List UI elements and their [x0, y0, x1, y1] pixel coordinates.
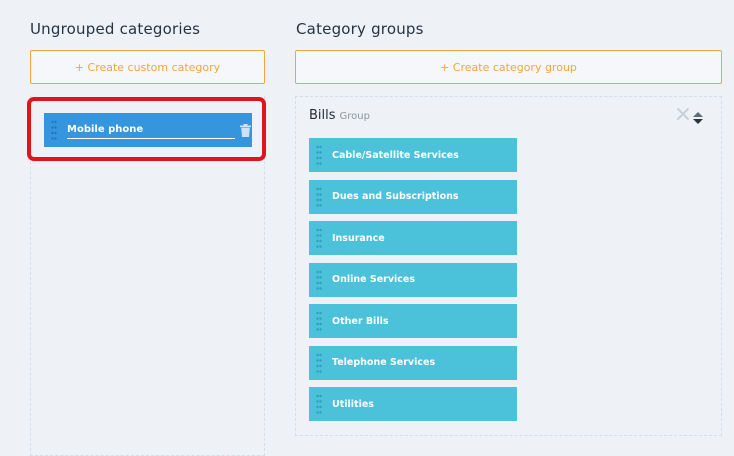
drag-handle-icon[interactable]	[309, 138, 329, 172]
ungrouped-categories-title: Ungrouped categories	[30, 20, 201, 38]
group-tag: Group	[339, 111, 370, 122]
category-label: Insurance	[332, 232, 385, 244]
category-name-input[interactable]	[67, 121, 235, 139]
category-label: Cable/Satellite Services	[332, 149, 459, 161]
category-label: Other Bills	[332, 315, 389, 327]
group-name: Bills	[309, 108, 336, 123]
drag-handle-icon[interactable]	[309, 346, 329, 380]
group-header: Bills Group	[309, 108, 370, 123]
category-item[interactable]: Online Services	[309, 262, 517, 297]
category-label: Dues and Subscriptions	[332, 191, 459, 202]
category-item[interactable]: Utilities	[309, 387, 517, 421]
category-list: Cable/Satellite Services Dues and Subscri…	[309, 138, 517, 429]
category-item[interactable]: Dues and Subscriptions	[309, 179, 517, 214]
drag-handle-icon[interactable]	[309, 263, 329, 297]
category-groups-title: Category groups	[296, 20, 424, 38]
close-icon[interactable]	[676, 106, 690, 120]
category-label: Online Services	[332, 274, 416, 285]
drag-handle-icon[interactable]	[309, 221, 329, 255]
create-category-group-button[interactable]: + Create category group	[295, 50, 722, 84]
drag-handle-icon[interactable]	[309, 304, 329, 338]
drag-handle-icon[interactable]	[44, 113, 64, 147]
category-item[interactable]: Cable/Satellite Services	[309, 138, 517, 172]
category-label: Telephone Services	[332, 357, 436, 368]
drag-handle-icon[interactable]	[309, 180, 329, 214]
drag-handle-icon[interactable]	[309, 387, 329, 421]
ungrouped-item-mobile-phone[interactable]	[44, 113, 252, 147]
trash-icon[interactable]	[238, 123, 252, 137]
sort-icon[interactable]	[692, 110, 704, 124]
create-custom-category-button[interactable]: + Create custom category	[30, 50, 265, 84]
category-item[interactable]: Telephone Services	[309, 345, 517, 380]
category-label: Utilities	[332, 398, 374, 410]
category-item[interactable]: Insurance	[309, 221, 517, 255]
category-item[interactable]: Other Bills	[309, 304, 517, 338]
